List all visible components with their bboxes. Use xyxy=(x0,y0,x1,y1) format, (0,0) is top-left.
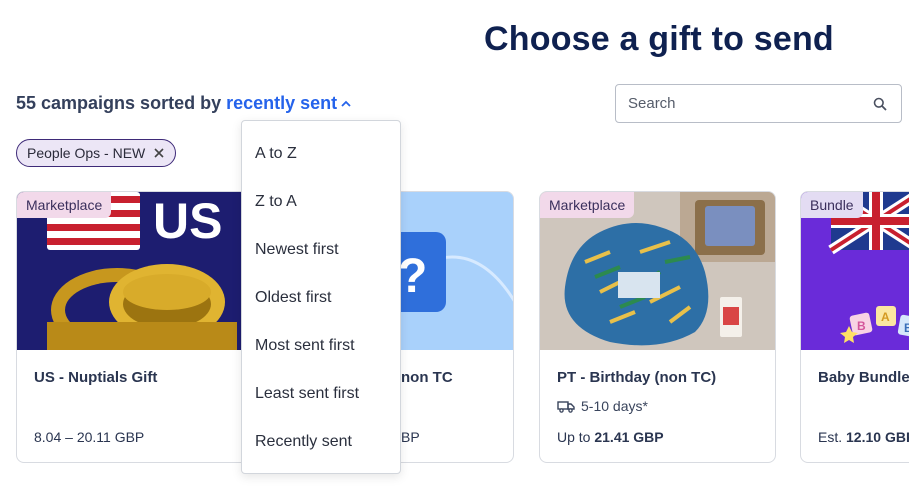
bundle-badge: Bundle xyxy=(801,192,863,218)
card-image-text: US xyxy=(153,193,222,249)
close-icon[interactable] xyxy=(153,147,165,159)
sort-option-newest-first[interactable]: Newest first xyxy=(255,241,339,259)
card-price: BP xyxy=(401,429,420,445)
sort-current-label: recently sent xyxy=(226,93,338,113)
svg-text:A: A xyxy=(881,310,890,324)
svg-text:B: B xyxy=(904,321,909,335)
sort-option-z-to-a[interactable]: Z to A xyxy=(255,193,297,211)
search-icon[interactable] xyxy=(873,97,887,111)
sort-option-recently-sent[interactable]: Recently sent xyxy=(255,433,352,451)
price-prefix: Est. xyxy=(818,429,843,445)
campaign-count-text: 55 campaigns sorted by xyxy=(16,93,222,113)
sort-option-least-sent-first[interactable]: Least sent first xyxy=(255,385,359,403)
gift-card-baby-bundle[interactable]: B A B Bundle Baby Bundle Est. 12.10 GBP xyxy=(800,191,909,463)
svg-text:B: B xyxy=(857,319,866,333)
sort-option-most-sent-first[interactable]: Most sent first xyxy=(255,337,355,355)
price-range: BP xyxy=(401,429,420,445)
price-value: 21.41 GBP xyxy=(594,429,664,445)
filter-chip-label: People Ops - NEW xyxy=(27,145,146,161)
price-prefix: Up to xyxy=(557,429,591,445)
sort-option-oldest-first[interactable]: Oldest first xyxy=(255,289,331,307)
sort-menu: A to Z Z to A Newest first Oldest first … xyxy=(241,120,401,474)
card-title: non TC xyxy=(401,369,453,386)
marketplace-badge: Marketplace xyxy=(540,192,635,218)
truck-icon xyxy=(557,400,575,413)
card-price: Up to 21.41 GBP xyxy=(557,429,664,445)
search-input[interactable] xyxy=(628,85,868,122)
card-price: Est. 12.10 GBP xyxy=(818,429,909,445)
price-value: 12.10 GBP xyxy=(846,429,909,445)
card-title: PT - Birthday (non TC) xyxy=(557,369,717,386)
filter-chip: People Ops - NEW xyxy=(16,139,177,167)
page-title: Choose a gift to send xyxy=(484,20,834,58)
sort-summary: 55 campaigns sorted by recently sent xyxy=(16,93,351,114)
chevron-up-icon xyxy=(341,100,351,107)
sort-option-a-to-z[interactable]: A to Z xyxy=(255,145,297,163)
card-price: 8.04 – 20.11 GBP xyxy=(34,429,144,445)
card-title: US - Nuptials Gift xyxy=(34,369,158,386)
search-box xyxy=(615,84,902,123)
gift-card-pt-birthday[interactable]: Marketplace PT - Birthday (non TC) 5-10 … xyxy=(539,191,776,463)
marketplace-badge: Marketplace xyxy=(17,192,112,218)
sort-dropdown-toggle[interactable]: recently sent xyxy=(226,93,351,113)
price-range: 8.04 – 20.11 GBP xyxy=(34,429,145,445)
delivery-text: 5-10 days* xyxy=(581,398,648,414)
card-title: Baby Bundle xyxy=(818,369,909,386)
gift-card-us-nuptials[interactable]: US Marketplace US - Nuptials Gift 8.04 –… xyxy=(16,191,253,463)
delivery-estimate: 5-10 days* xyxy=(557,398,648,414)
svg-text:?: ? xyxy=(398,250,427,303)
